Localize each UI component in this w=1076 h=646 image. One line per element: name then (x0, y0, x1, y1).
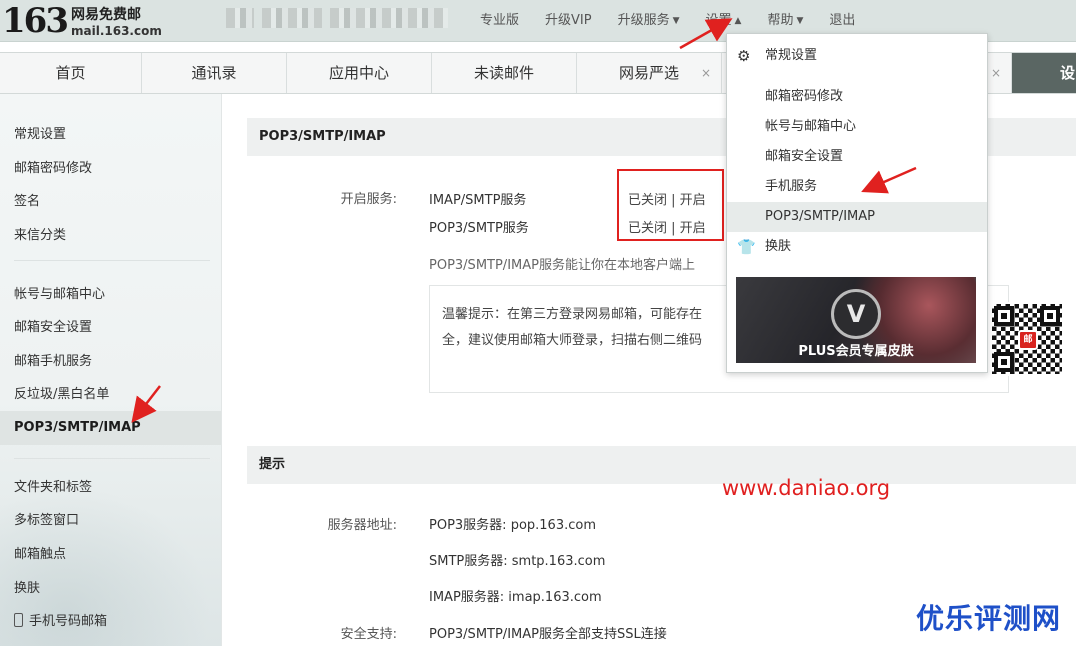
section-title-tips: 提示 (247, 446, 1076, 484)
qr-center-logo: 邮 (1018, 330, 1038, 350)
redacted-account-text (262, 8, 322, 28)
sidebar-item-folders[interactable]: 文件夹和标签 (0, 471, 221, 505)
plus-skin-banner[interactable]: V PLUS会员专属皮肤 (736, 277, 976, 363)
menu-item-security[interactable]: 邮箱安全设置 (727, 142, 987, 172)
sidebar-item-general[interactable]: 常规设置 (0, 118, 221, 152)
top-nav: 专业版 升级VIP 升级服务 ▼ 设置 ▲ 帮助 ▼ 退出 (480, 0, 881, 36)
nav-upgrade-vip[interactable]: 升级VIP (545, 9, 592, 28)
sidebar-divider (14, 260, 210, 261)
sidebar-item-phone-service[interactable]: 邮箱手机服务 (0, 345, 221, 379)
nav-upgrade-service-label: 升级服务 (617, 12, 670, 28)
tshirt-icon: 👕 (737, 238, 756, 256)
chevron-down-icon: ▼ (796, 15, 804, 26)
qr-code: 邮 (990, 302, 1064, 376)
menu-item-skin-label: 换肤 (765, 239, 792, 254)
qr-finder (994, 352, 1014, 372)
brand-watermark: 优乐评测网 (916, 602, 1062, 635)
smtp-server: SMTP服务器: smtp.163.com (429, 554, 606, 569)
pop3-service-name: POP3/SMTP服务 (429, 221, 529, 236)
sidebar-item-password[interactable]: 邮箱密码修改 (0, 152, 221, 186)
nav-settings[interactable]: 设置 ▲ (706, 9, 742, 28)
pop3-server: POP3服务器: pop.163.com (429, 518, 596, 533)
sidebar-item-touchpoint[interactable]: 邮箱触点 (0, 538, 221, 572)
nav-help[interactable]: 帮助 ▼ (767, 9, 803, 28)
tab-contacts[interactable]: 通讯录 (142, 53, 287, 93)
qr-finder (1040, 306, 1060, 326)
server-address-label: 服务器地址: (327, 518, 397, 533)
sidebar-item-antispam[interactable]: 反垃圾/黑白名单 (0, 378, 221, 412)
menu-item-account-center[interactable]: 帐号与邮箱中心 (727, 112, 987, 142)
qr-finder (994, 306, 1014, 326)
close-icon[interactable]: × (701, 53, 711, 93)
redacted-account-text (330, 8, 448, 28)
tab-home[interactable]: 首页 (0, 53, 142, 93)
menu-item-pop3[interactable]: POP3/SMTP/IMAP (727, 202, 987, 232)
mail-logo[interactable]: 163 网易免费邮 mail.163.com (2, 2, 162, 40)
chevron-up-icon: ▲ (734, 15, 742, 26)
tab-app-center[interactable]: 应用中心 (287, 53, 432, 93)
sidebar-item-multitab[interactable]: 多标签窗口 (0, 504, 221, 538)
gear-icon: ⚙ (737, 47, 751, 65)
sidebar-item-mail-filter[interactable]: 来信分类 (0, 219, 221, 253)
redacted-account-text (226, 8, 254, 28)
menu-item-general-label: 常规设置 (765, 48, 818, 63)
nav-pro[interactable]: 专业版 (480, 9, 519, 28)
highlight-box (617, 169, 724, 241)
sidebar-item-security[interactable]: 邮箱安全设置 (0, 311, 221, 345)
settings-dropdown-menu: ⚙ 常规设置 邮箱密码修改 帐号与邮箱中心 邮箱安全设置 手机服务 POP3/S… (726, 33, 988, 373)
service-description: POP3/SMTP/IMAP服务能让你在本地客户端上 (429, 258, 695, 273)
sidebar-item-signature[interactable]: 签名 (0, 185, 221, 219)
tab-unread[interactable]: 未读邮件 (432, 53, 577, 93)
sidebar-item-phone-mailbox-label: 手机号码邮箱 (29, 614, 108, 629)
nav-settings-label: 设置 (705, 12, 732, 28)
sidebar-item-skin[interactable]: 换肤 (0, 572, 221, 606)
security-label: 安全支持: (340, 627, 397, 642)
menu-item-general[interactable]: ⚙ 常规设置 (727, 41, 987, 71)
sidebar-item-account-center[interactable]: 帐号与邮箱中心 (0, 278, 221, 312)
logo-title: 网易免费邮 (70, 7, 141, 23)
logo-domain: mail.163.com (70, 24, 162, 38)
tab-settings[interactable]: 设 (1012, 53, 1076, 93)
menu-item-phone-service[interactable]: 手机服务 (727, 172, 987, 202)
menu-item-skin[interactable]: 👕 换肤 (727, 232, 987, 262)
sidebar-item-phone-mailbox[interactable]: 手机号码邮箱 (0, 605, 221, 639)
banner-text: PLUS会员专属皮肤 (798, 344, 914, 359)
sidebar-item-pop3[interactable]: POP3/SMTP/IMAP (0, 411, 221, 445)
nav-help-label: 帮助 (767, 12, 794, 28)
logo-number: 163 (2, 1, 69, 41)
phone-icon (14, 613, 23, 627)
enable-service-label: 开启服务: (340, 192, 397, 207)
nav-upgrade-service[interactable]: 升级服务 ▼ (618, 9, 680, 28)
site-watermark: www.daniao.org (722, 476, 891, 500)
nav-logout[interactable]: 退出 (829, 9, 855, 28)
security-value: POP3/SMTP/IMAP服务全部支持SSL连接 (429, 627, 667, 642)
chevron-down-icon: ▼ (672, 15, 680, 26)
imap-server: IMAP服务器: imap.163.com (429, 590, 602, 605)
tab-yanxuan-label: 网易严选 (618, 64, 679, 82)
close-icon[interactable]: × (991, 53, 1001, 93)
sidebar-divider (14, 458, 210, 459)
tab-yanxuan[interactable]: 网易严选 × (577, 53, 722, 93)
menu-item-password[interactable]: 邮箱密码修改 (727, 82, 987, 112)
imap-service-name: IMAP/SMTP服务 (429, 193, 527, 208)
vip-badge-icon: V (831, 289, 881, 339)
